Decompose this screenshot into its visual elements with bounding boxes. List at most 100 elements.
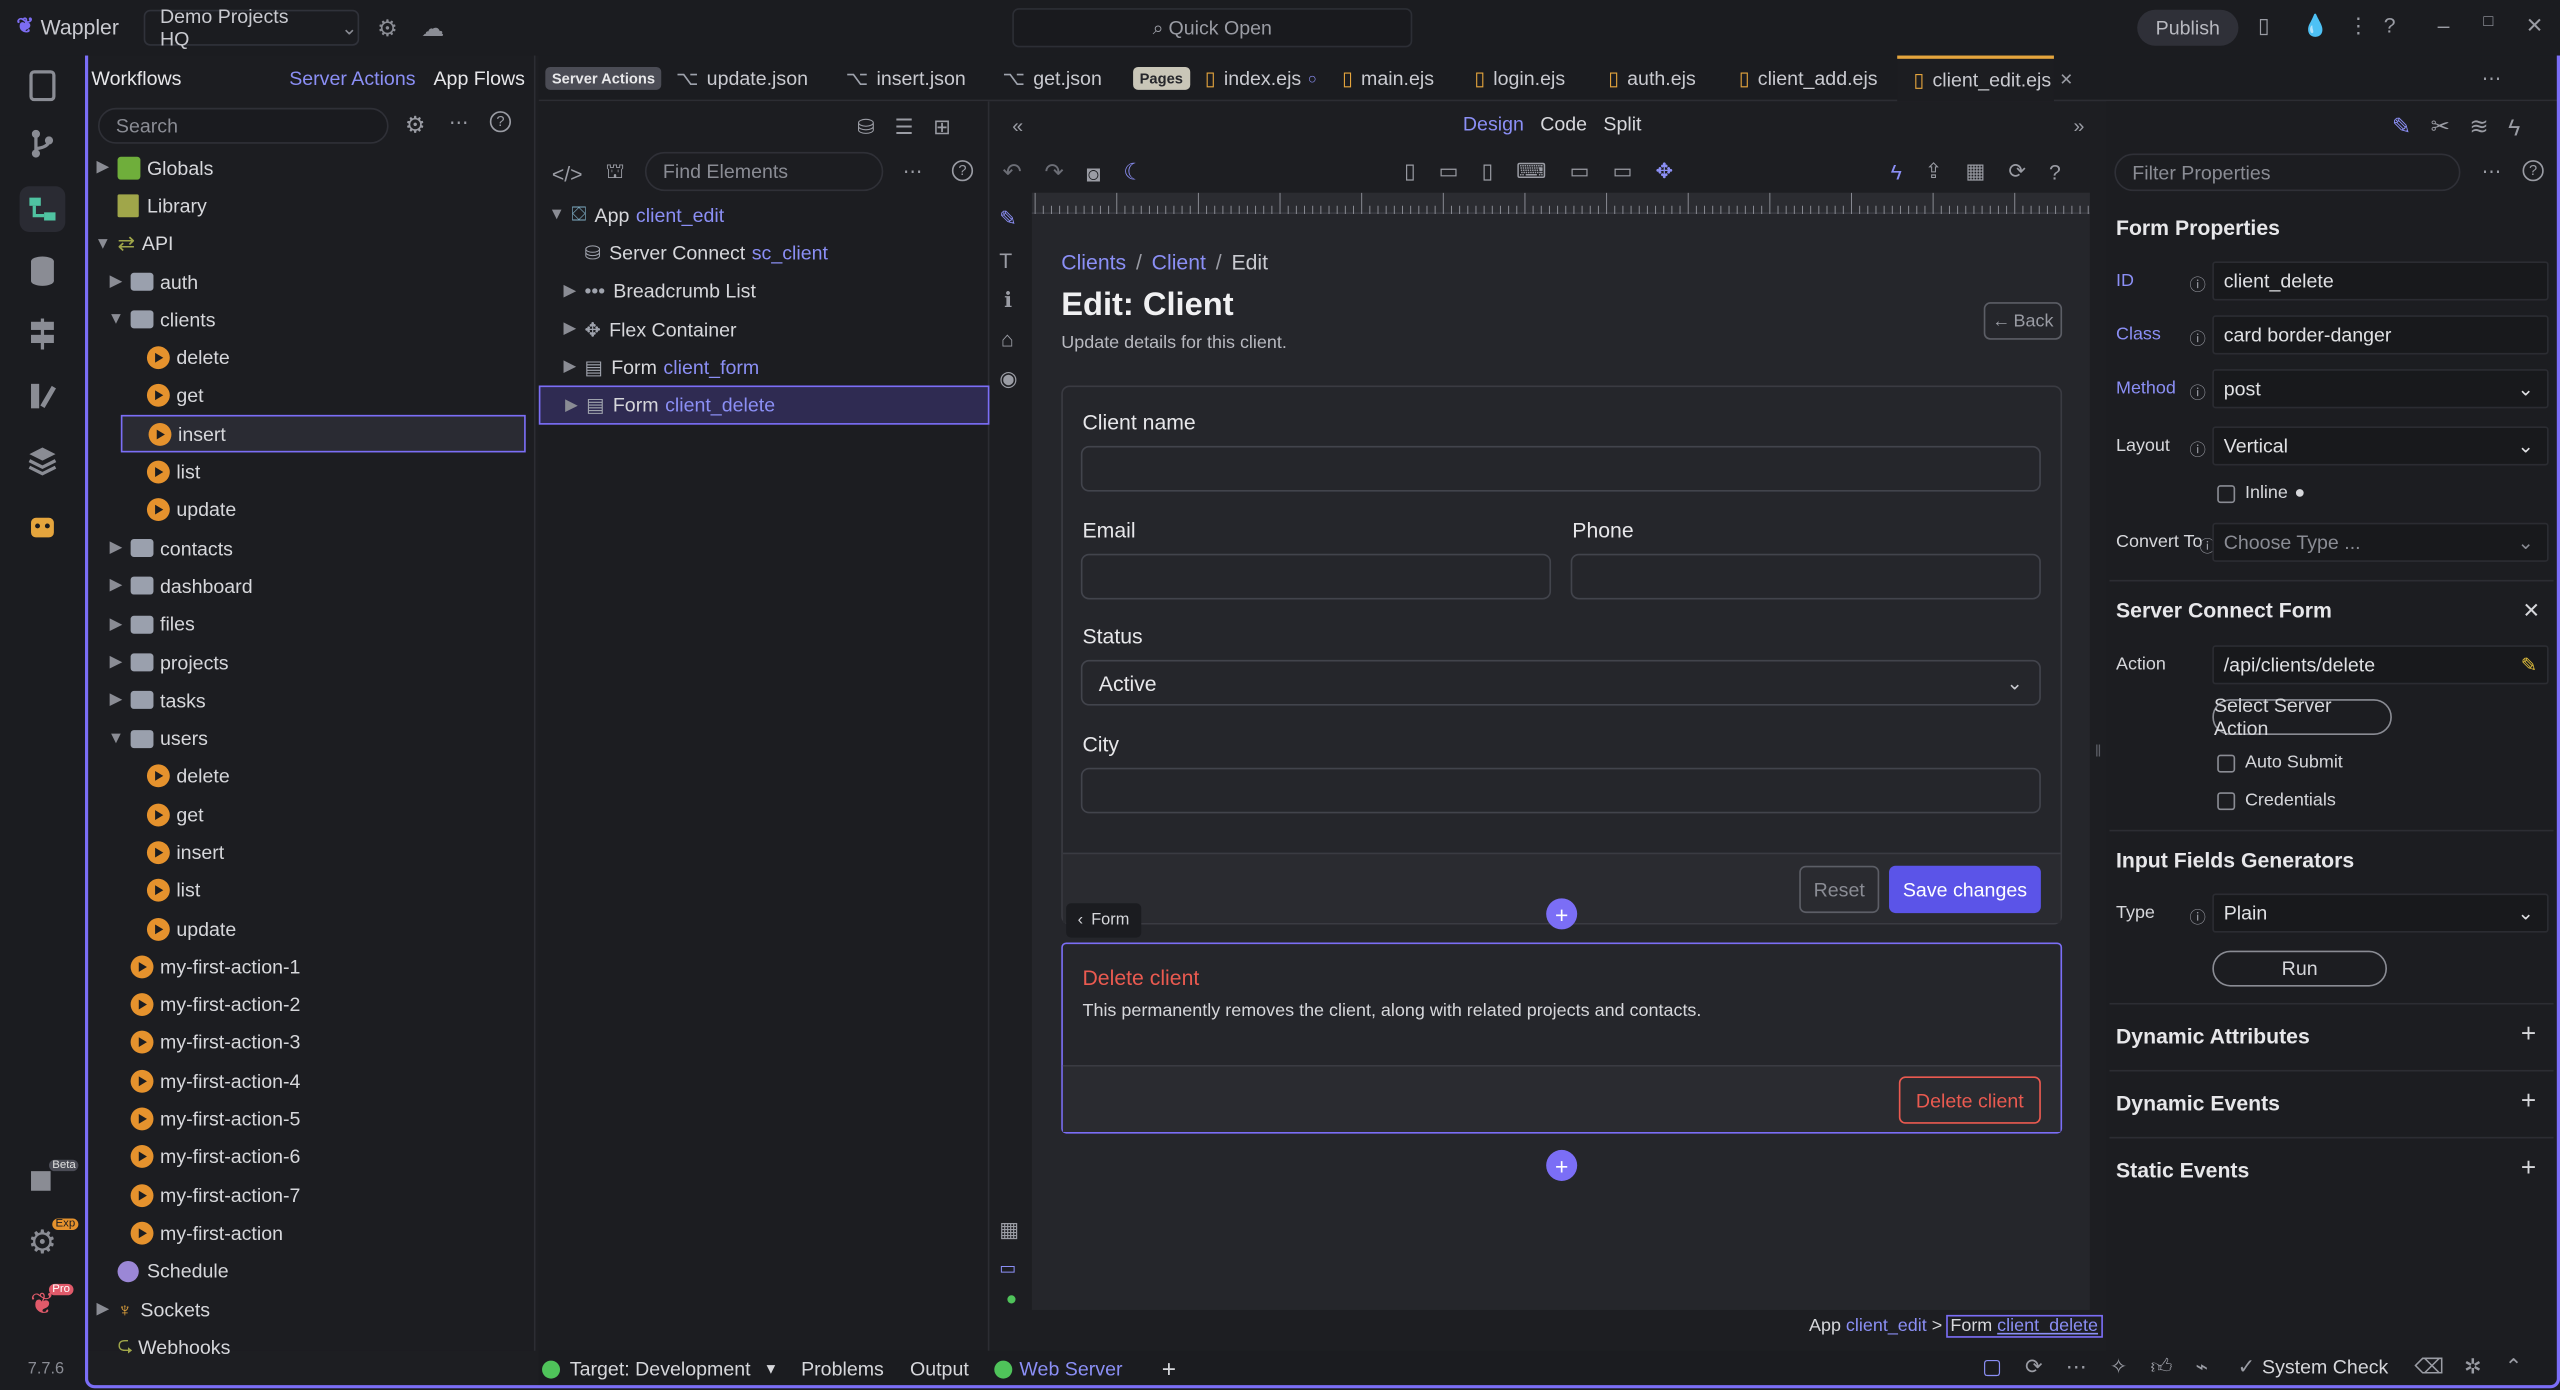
class-field[interactable]: card border-danger [2212,315,2549,355]
tree-item[interactable]: ⮎ Webhooks [88,1328,535,1366]
credentials-checkbox[interactable]: Credentials [2217,791,2336,810]
close-button[interactable]: ✕ [2526,13,2544,39]
tree-item[interactable]: my-first-action-6 [88,1138,535,1176]
collapse-left-icon[interactable]: « [1012,114,1023,137]
qr-code-icon[interactable]: ▦ [1965,158,1985,184]
checkbox-box[interactable] [2217,791,2236,810]
breadcrumb-clients[interactable]: Clients [1061,250,1126,275]
database-icon[interactable] [20,248,66,294]
tree-item[interactable]: Schedule [88,1252,535,1290]
tree-item[interactable]: ▶ ♆ Sockets [88,1290,535,1328]
tree-item[interactable]: my-first-action-4 [88,1062,535,1100]
chevron-right-icon[interactable]: ▶ [95,1300,111,1318]
tree-item[interactable]: ▶ dashboard [88,567,535,605]
desktop-view-icon[interactable]: ▭ [1570,158,1590,184]
split-mode-button[interactable]: Split [1603,113,1641,136]
publish-button[interactable]: Publish [2137,9,2239,46]
tree-item[interactable]: Library [88,187,535,225]
close-tab-icon[interactable]: ✕ [2059,71,2073,89]
email-input[interactable] [1080,553,1552,600]
maximize-button[interactable]: □ [2483,13,2493,31]
layout-select[interactable]: Vertical ⌄ [2212,426,2549,466]
city-input[interactable] [1080,767,2041,814]
design-tools-icon[interactable] [20,372,66,418]
robot-icon[interactable] [20,503,66,549]
tshirt-icon[interactable]: ⌂ [1001,327,1014,352]
tree-item[interactable]: my-first-action-5 [88,1100,535,1138]
add-static-event-icon[interactable]: + [2521,1155,2536,1184]
workflows-icon[interactable] [19,186,66,232]
tab-get-json[interactable]: ⌥ get.json [1002,56,1101,102]
tree-item[interactable]: ▼ ⇄ API [88,225,535,263]
more-icon[interactable]: ⋮ [2348,13,2369,39]
tree-item[interactable]: list [88,453,535,491]
tab-update-json[interactable]: ⌥ update.json [676,56,808,102]
back-button[interactable]: ← Back [1983,302,2063,340]
tree-item[interactable]: ▶ tasks [88,681,535,719]
help-icon[interactable]: ? [489,111,512,133]
tools-icon[interactable]: ✂ [2431,113,2450,141]
project-select[interactable]: Demo Projects HQ ⌄ [143,5,360,51]
chevron-right-icon[interactable]: ▶ [562,358,578,376]
phone-view-icon[interactable]: ▯ [1404,158,1416,184]
redo-icon[interactable]: ↷ [1044,158,1063,186]
settings-icon[interactable]: ⚙ [405,111,426,139]
edit-icon[interactable]: ✎ [999,206,1017,232]
tab-login-ejs[interactable]: ▯ login.ejs [1474,56,1565,102]
share-icon[interactable]: ⇪ [1925,158,1943,184]
add-dynamic-event-icon[interactable]: + [2521,1088,2536,1117]
more-icon[interactable]: ⋯ [2066,1354,2087,1380]
tablet-view-icon[interactable]: ▯ [1482,158,1494,184]
fit-view-icon[interactable]: ✥ [1656,158,1674,184]
tree-item[interactable]: ▶ files [88,605,535,643]
broom-icon[interactable]: ⌁ [2195,1354,2208,1380]
tree-item[interactable]: my-first-action-3 [88,1024,535,1062]
structure-item[interactable]: ▶ ••• Breadcrumb List [539,272,990,310]
structure-item[interactable]: ▶ ▤ Form client_delete [538,386,990,425]
design-mode-button[interactable]: Design [1463,113,1524,136]
sparkle-icon[interactable]: ✧ [2110,1354,2128,1380]
help-icon[interactable]: ? [2522,160,2544,182]
tab-server-actions[interactable]: Server Actions [289,67,415,90]
tab-app-flows[interactable]: App Flows [433,67,524,90]
thumbs-up-icon[interactable]: 👍︎ [2150,1354,2172,1380]
tree-item[interactable]: insert [120,415,526,454]
tab-workflows[interactable]: Workflows [91,67,181,90]
info-icon[interactable]: ⓘ [2189,271,2205,296]
add-element-button[interactable]: + [1546,1149,1578,1181]
tree-item[interactable]: my-first-action-2 [88,986,535,1024]
lightning-icon[interactable]: ϟ [1891,159,1902,184]
target-select[interactable]: Target: Development [570,1357,751,1380]
styles-icon[interactable]: ≋ [2469,113,2488,141]
add-element-button[interactable]: + [1546,898,1578,930]
more-icon[interactable]: ⋯ [449,111,469,134]
phone-input[interactable] [1570,553,2041,600]
edit-properties-icon[interactable]: ✎ [2392,113,2411,141]
settings-icon[interactable]: ⚙ [377,15,398,43]
tab-index-ejs[interactable]: ▯ index.ejs ○ [1205,56,1317,102]
chevron-down-icon[interactable]: ▼ [108,729,124,747]
tab-client-add-ejs[interactable]: ▯ client_add.ejs [1739,56,1878,102]
minimize-button[interactable]: – [2438,13,2450,38]
chevron-right-icon[interactable]: ▶ [108,577,124,595]
method-select[interactable]: post ⌄ [2212,369,2549,409]
tree-item[interactable]: ▼ users [88,719,535,757]
more-icon[interactable]: ⋯ [903,160,923,183]
cloud-icon[interactable]: ☁ [421,15,444,43]
quick-open-button[interactable]: ⌕ Quick Open [1012,8,1413,48]
chevron-right-icon[interactable]: ▶ [95,159,111,177]
laptop-view-icon[interactable]: ⌨ [1516,158,1547,184]
app-structure-icon[interactable]: ⛫ [605,158,625,187]
bug-icon[interactable]: ✲ [2464,1354,2482,1380]
chevron-right-icon[interactable]: ▶ [108,691,124,709]
tree-item[interactable]: ▶ auth [88,263,535,301]
chevron-right-icon[interactable]: ▶ [108,653,124,671]
path-app-name[interactable]: client_edit [1846,1317,1927,1337]
sitemap-icon[interactable]: ⊞ [933,114,951,140]
path-form[interactable]: Form client_delete [1945,1314,2103,1338]
info-icon[interactable]: ⓘ [2189,436,2205,461]
close-icon[interactable]: ✕ [2523,598,2541,624]
checkbox-box[interactable] [2217,484,2236,503]
output-tab[interactable]: Output [910,1357,969,1380]
help-icon[interactable]: ? [2384,13,2396,38]
